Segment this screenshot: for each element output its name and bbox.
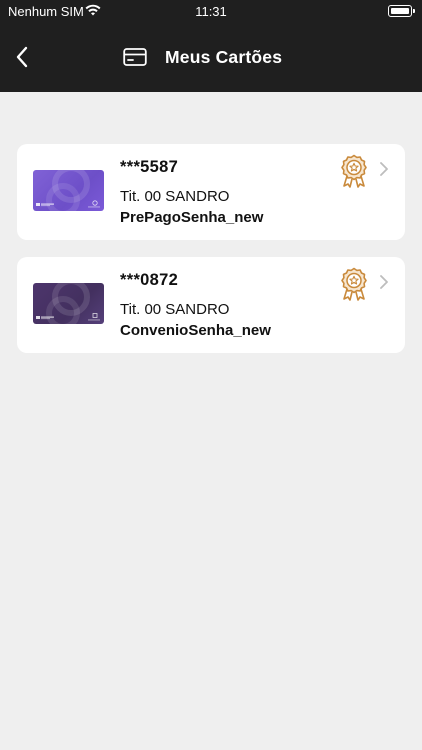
status-bar: Nenhum SIM 11:31 — [0, 0, 422, 22]
battery-icon — [388, 5, 415, 17]
app-header: Nenhum SIM 11:31 Meus Cartões — [0, 0, 422, 92]
header-title-group: Meus Cartões — [123, 45, 282, 69]
back-button[interactable] — [10, 42, 36, 72]
card-product-name: PrePagoSenha_new — [120, 209, 264, 226]
status-time: 11:31 — [195, 4, 227, 19]
chevron-right-icon — [380, 162, 388, 176]
page-title: Meus Cartões — [165, 46, 283, 67]
award-medal-icon — [341, 267, 367, 301]
card-holder: Tit. 00 SANDRO — [120, 301, 230, 318]
card-thumbnail — [33, 170, 104, 211]
credit-card-icon — [123, 48, 147, 66]
award-medal-icon — [341, 154, 367, 188]
card-holder: Tit. 00 SANDRO — [120, 188, 230, 205]
card-list-item[interactable]: ***0872 Tit. 00 SANDRO ConvenioSenha_new — [17, 257, 405, 353]
card-number: ***5587 — [120, 158, 179, 176]
card-number: ***0872 — [120, 271, 179, 289]
card-thumbnail — [33, 283, 104, 324]
card-product-name: ConvenioSenha_new — [120, 322, 271, 339]
card-list-item[interactable]: ***5587 Tit. 00 SANDRO PrePagoSenha_new — [17, 144, 405, 240]
chevron-right-icon — [380, 275, 388, 289]
